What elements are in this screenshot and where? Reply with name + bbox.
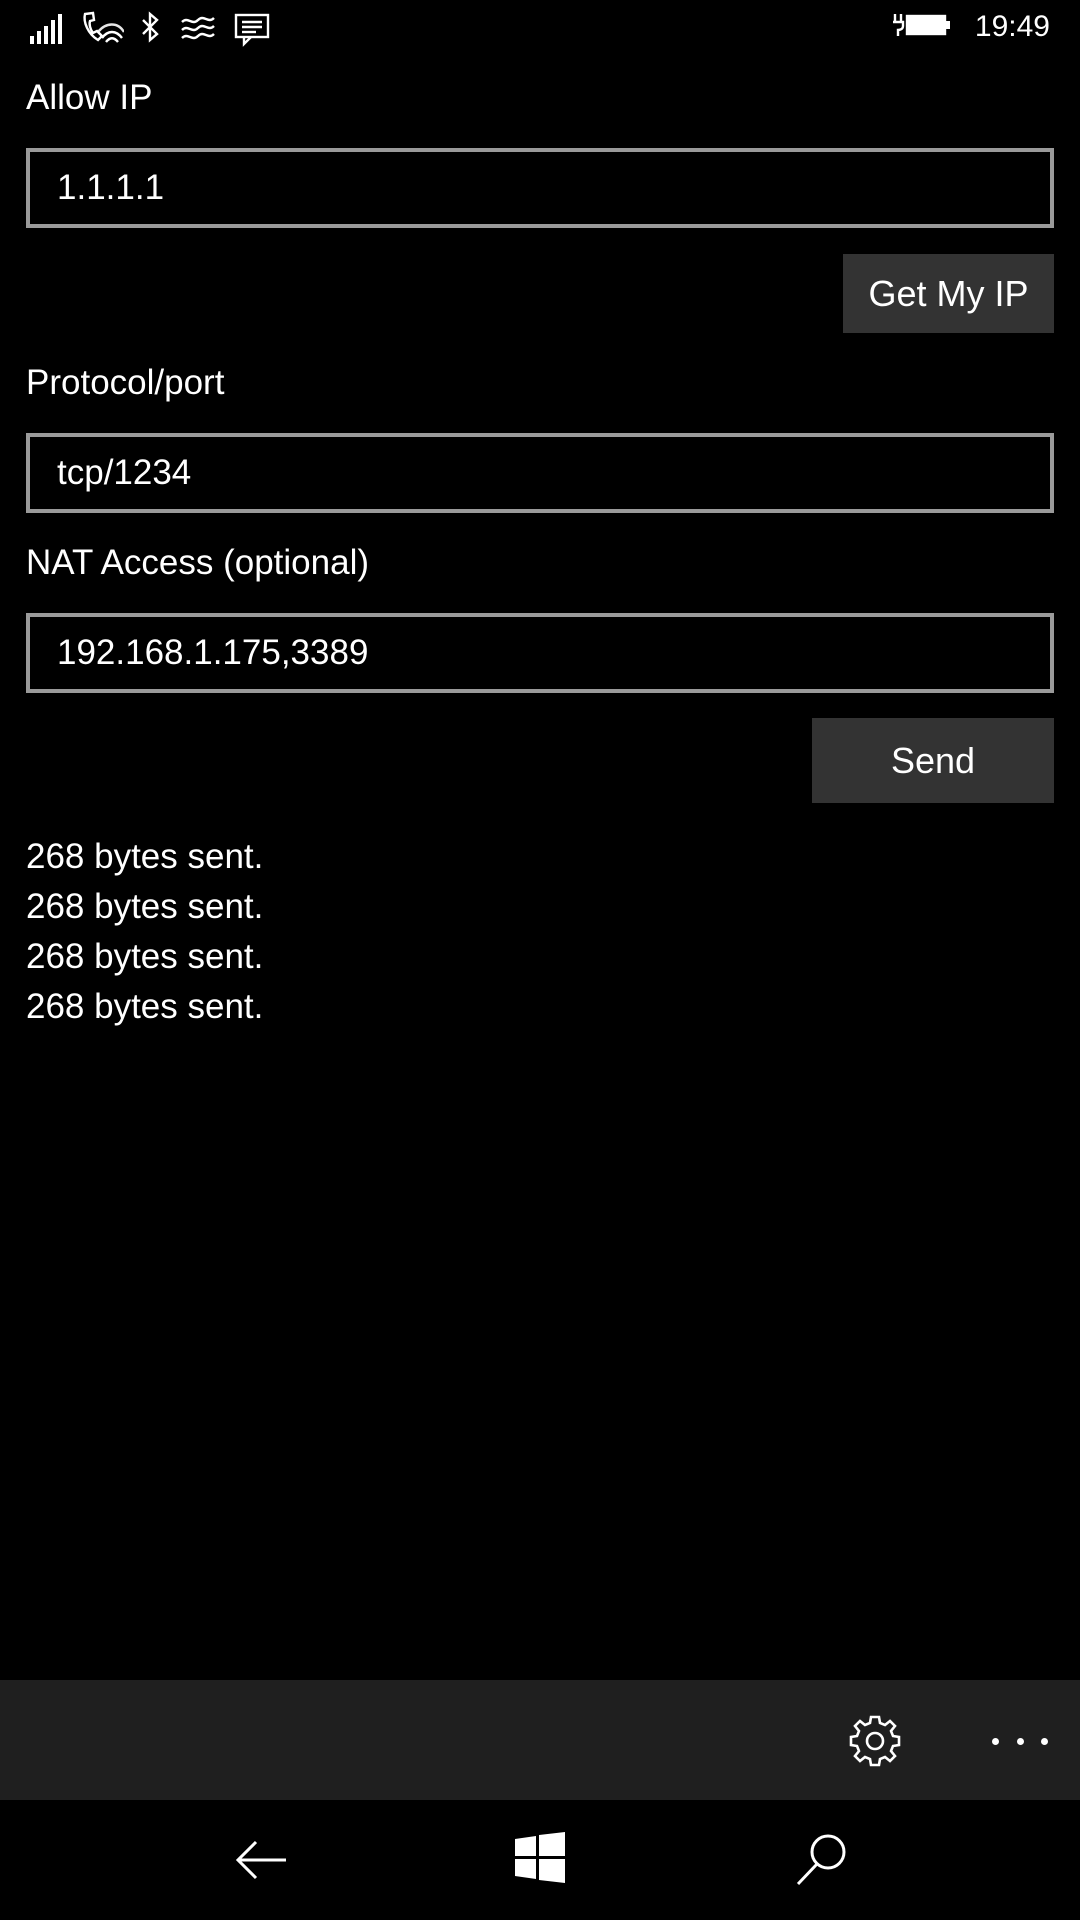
log-line: 268 bytes sent. <box>26 987 264 1026</box>
back-icon[interactable] <box>232 1830 292 1890</box>
log-line: 268 bytes sent. <box>26 887 264 926</box>
notification-icon <box>232 8 272 52</box>
status-bar: 19:49 <box>0 0 1080 60</box>
more-icon[interactable] <box>992 1716 1048 1766</box>
nat-access-input[interactable] <box>26 613 1054 693</box>
protocol-port-input[interactable] <box>26 433 1054 513</box>
allow-ip-input[interactable] <box>26 148 1054 228</box>
signal-icon <box>26 8 66 52</box>
get-my-ip-button[interactable]: Get My IP <box>843 254 1054 333</box>
navigation-bar <box>0 1800 1080 1920</box>
settings-icon[interactable] <box>848 1714 902 1768</box>
allow-ip-label: Allow IP <box>26 78 153 117</box>
search-icon[interactable] <box>792 1830 852 1890</box>
log-line: 268 bytes sent. <box>26 837 264 876</box>
status-icons <box>26 8 272 52</box>
log-line: 268 bytes sent. <box>26 937 264 976</box>
clock: 19:49 <box>974 10 1050 43</box>
send-button[interactable]: Send <box>812 718 1054 803</box>
battery-charging-icon <box>891 8 951 46</box>
log-output: 268 bytes sent. 268 bytes sent. 268 byte… <box>26 832 263 1032</box>
bluetooth-icon <box>138 8 164 52</box>
status-right: 19:49 <box>891 8 1050 46</box>
nat-access-label: NAT Access (optional) <box>26 543 370 582</box>
wifi-calling-icon <box>80 8 126 52</box>
app-bar <box>0 1680 1080 1800</box>
hotspot-icon <box>178 8 218 52</box>
windows-start-icon[interactable] <box>512 1830 572 1890</box>
protocol-port-label: Protocol/port <box>26 363 225 402</box>
